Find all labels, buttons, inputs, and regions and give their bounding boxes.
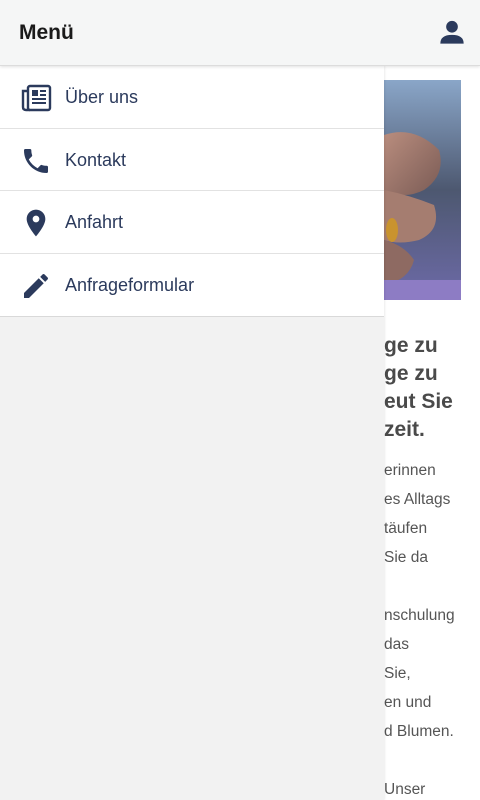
menu-list: Über uns Kontakt Anfahrt Anfrageformular: [0, 66, 384, 317]
paragraph-line: Sie,: [384, 665, 411, 682]
menu-item-label: Anfahrt: [65, 212, 124, 232]
app-header: Menü: [0, 0, 480, 66]
background-heading: ge zu ge zu eut Sie zeit.: [384, 332, 480, 444]
pencil-icon: [20, 270, 52, 302]
hero-image: [384, 80, 461, 300]
paragraph-line: täufen: [384, 520, 428, 537]
menu-item-directions[interactable]: Anfahrt: [0, 191, 384, 254]
menu-item-inquiry-form[interactable]: Anfrageformular: [0, 254, 384, 317]
heading-line: ge zu: [384, 362, 438, 385]
paragraph-line: [384, 572, 480, 601]
heading-line: eut Sie: [384, 390, 453, 413]
paragraph-line: nschulung: [384, 607, 455, 624]
heading-line: ge zu: [384, 334, 438, 357]
user-button[interactable]: [438, 18, 466, 46]
newspaper-icon: [20, 82, 52, 114]
paragraph-line: es Alltags: [384, 491, 451, 508]
paragraph-line: Unser: [384, 781, 426, 798]
paragraph-line: d Blumen.: [384, 723, 454, 740]
side-drawer: Über uns Kontakt Anfahrt Anfrageformular: [0, 66, 384, 800]
paragraph-line: Sie da: [384, 549, 428, 566]
heading-line: zeit.: [384, 418, 425, 441]
background-paragraph: erinnen es Alltags täufen Sie da nschulu…: [384, 456, 480, 800]
paragraph-line: das: [384, 636, 409, 653]
menu-item-contact[interactable]: Kontakt: [0, 129, 384, 191]
page-title: Menü: [19, 21, 74, 44]
paragraph-line: erinnen: [384, 462, 436, 479]
menu-item-label: Anfrageformular: [65, 274, 195, 295]
menu-item-label: Über uns: [65, 87, 139, 107]
phone-icon: [20, 145, 52, 177]
menu-item-label: Kontakt: [65, 149, 127, 170]
paragraph-line: en und: [384, 694, 432, 711]
menu-item-about[interactable]: Über uns: [0, 66, 384, 129]
map-pin-icon: [20, 207, 52, 239]
user-icon: [440, 20, 464, 44]
paragraph-line: [384, 746, 480, 775]
